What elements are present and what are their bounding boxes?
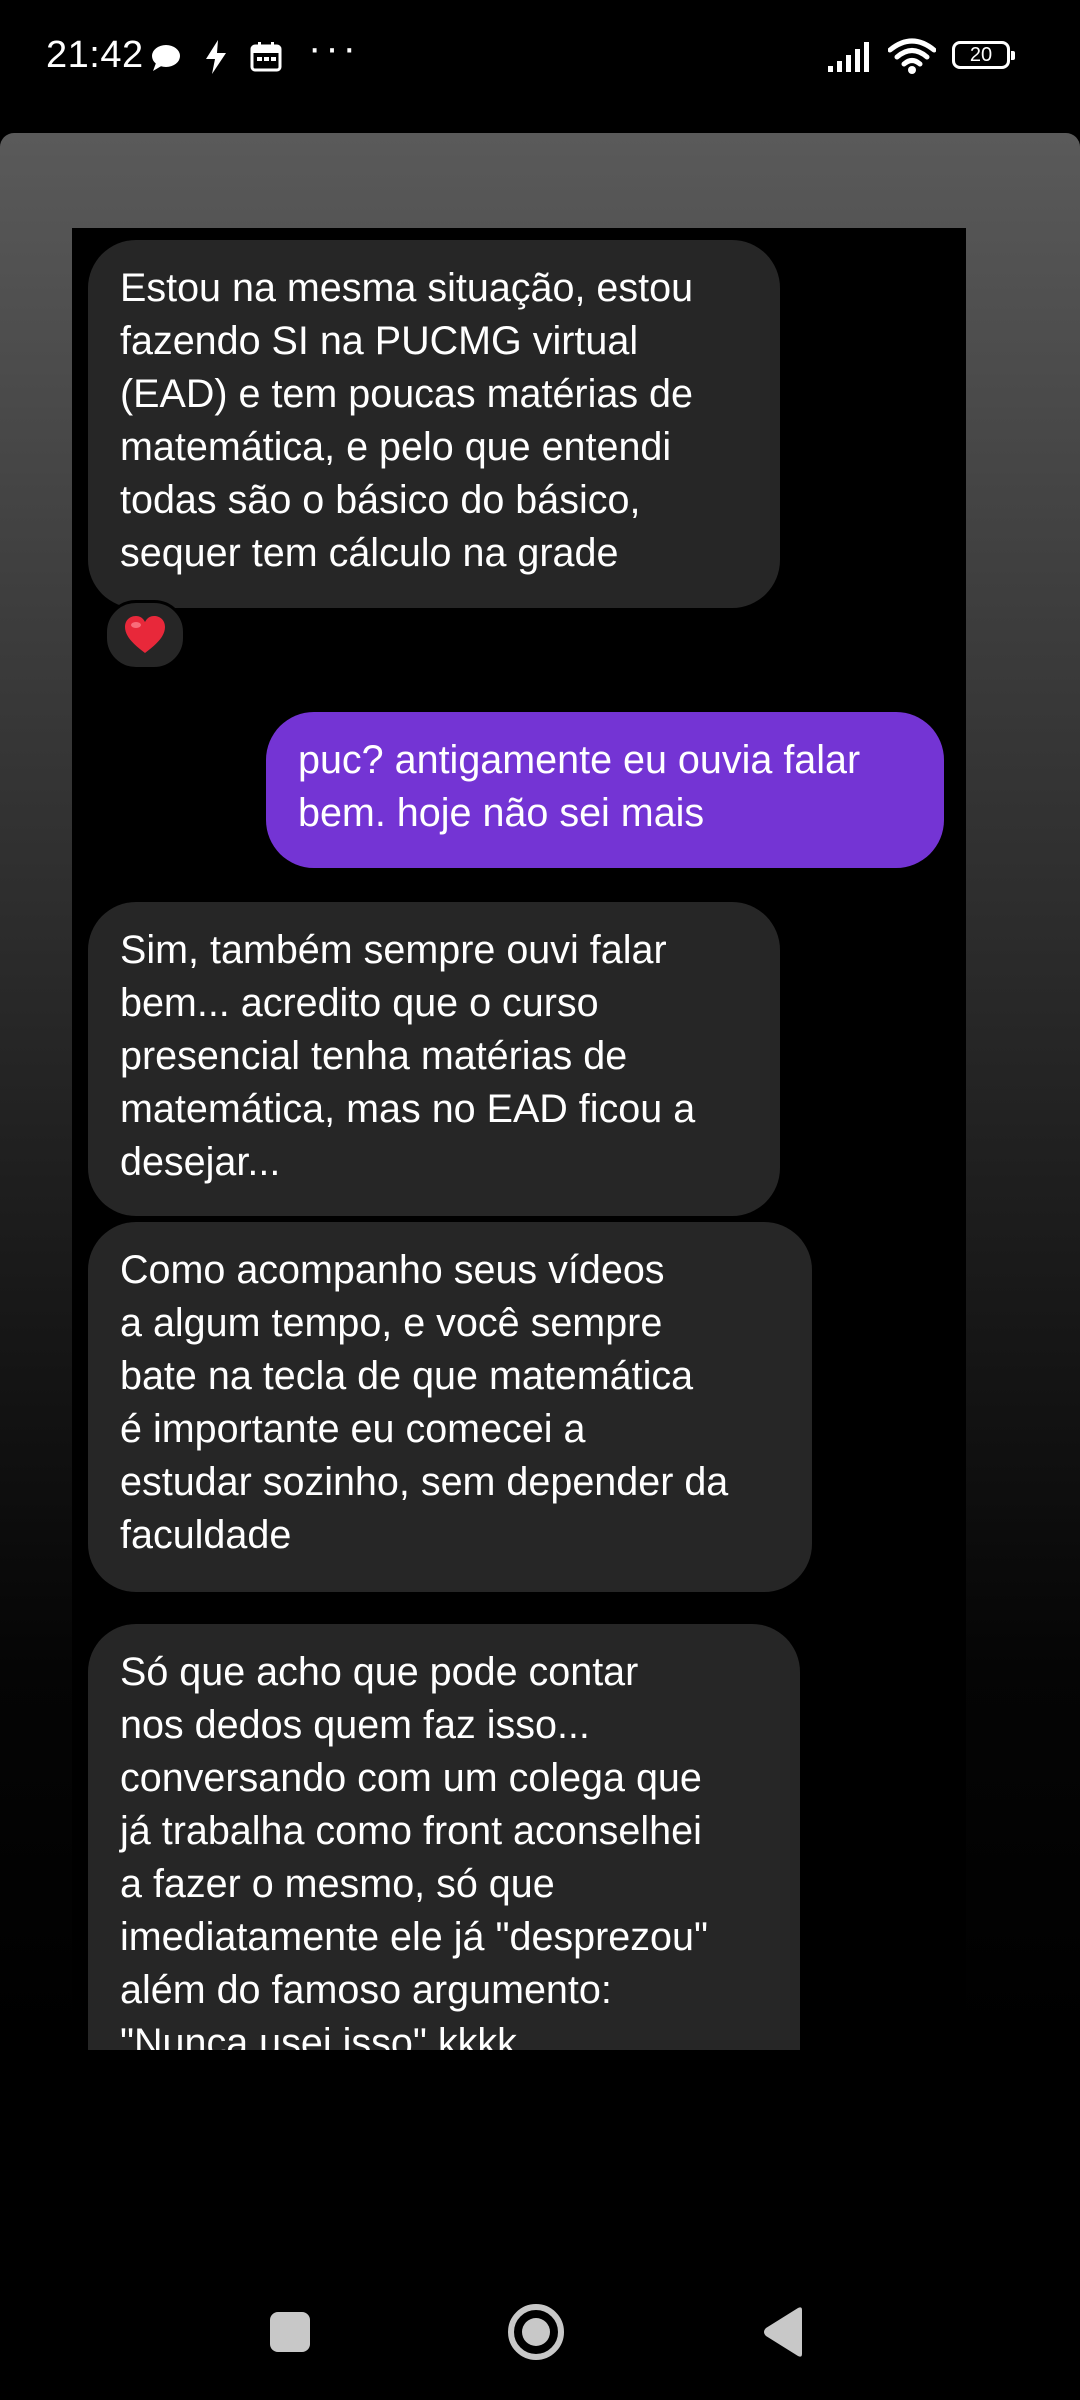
recents-square-icon[interactable] bbox=[268, 2310, 312, 2354]
calendar-icon bbox=[250, 42, 282, 72]
message-text: Estou na mesma situação, estou fazendo S… bbox=[120, 266, 694, 575]
charging-bolt-icon bbox=[206, 40, 226, 74]
status-bar: 21:42 ··· 20 bbox=[0, 0, 1080, 118]
message-bubble-incoming[interactable]: Só que acho que pode contar nos dedos qu… bbox=[88, 1624, 800, 2050]
message-bubble-incoming[interactable]: Como acompanho seus vídeos a algum tempo… bbox=[88, 1222, 812, 1592]
message-text: Sim, também sempre ouvi falar bem... acr… bbox=[120, 928, 696, 1184]
battery-icon: 20 bbox=[952, 41, 1015, 69]
wifi-icon bbox=[888, 38, 936, 74]
message-bubble-outgoing[interactable]: puc? antigamente eu ouvia falar bem. hoj… bbox=[266, 712, 944, 868]
signal-icon bbox=[828, 42, 869, 72]
message-bubble-incoming[interactable]: Sim, também sempre ouvi falar bem... acr… bbox=[88, 902, 780, 1216]
heart-icon bbox=[125, 616, 165, 653]
message-text: Só que acho que pode contar nos dedos qu… bbox=[120, 1650, 708, 2050]
battery-level: 20 bbox=[969, 44, 993, 66]
back-triangle-icon[interactable] bbox=[760, 2306, 806, 2358]
more-dots-icon: ··· bbox=[308, 26, 360, 70]
chat-bubble-icon bbox=[152, 45, 180, 71]
home-circle-icon[interactable] bbox=[506, 2302, 566, 2362]
message-text: Como acompanho seus vídeos a algum tempo… bbox=[120, 1248, 729, 1557]
message-text: puc? antigamente eu ouvia falar bem. hoj… bbox=[298, 738, 861, 835]
navigation-bar bbox=[0, 2236, 1080, 2400]
message-reaction[interactable] bbox=[104, 600, 186, 670]
chat-screenshot: Estou na mesma situação, estou fazendo S… bbox=[72, 228, 966, 2050]
clock: 21:42 bbox=[46, 34, 144, 76]
message-bubble-incoming[interactable]: Estou na mesma situação, estou fazendo S… bbox=[88, 240, 780, 608]
